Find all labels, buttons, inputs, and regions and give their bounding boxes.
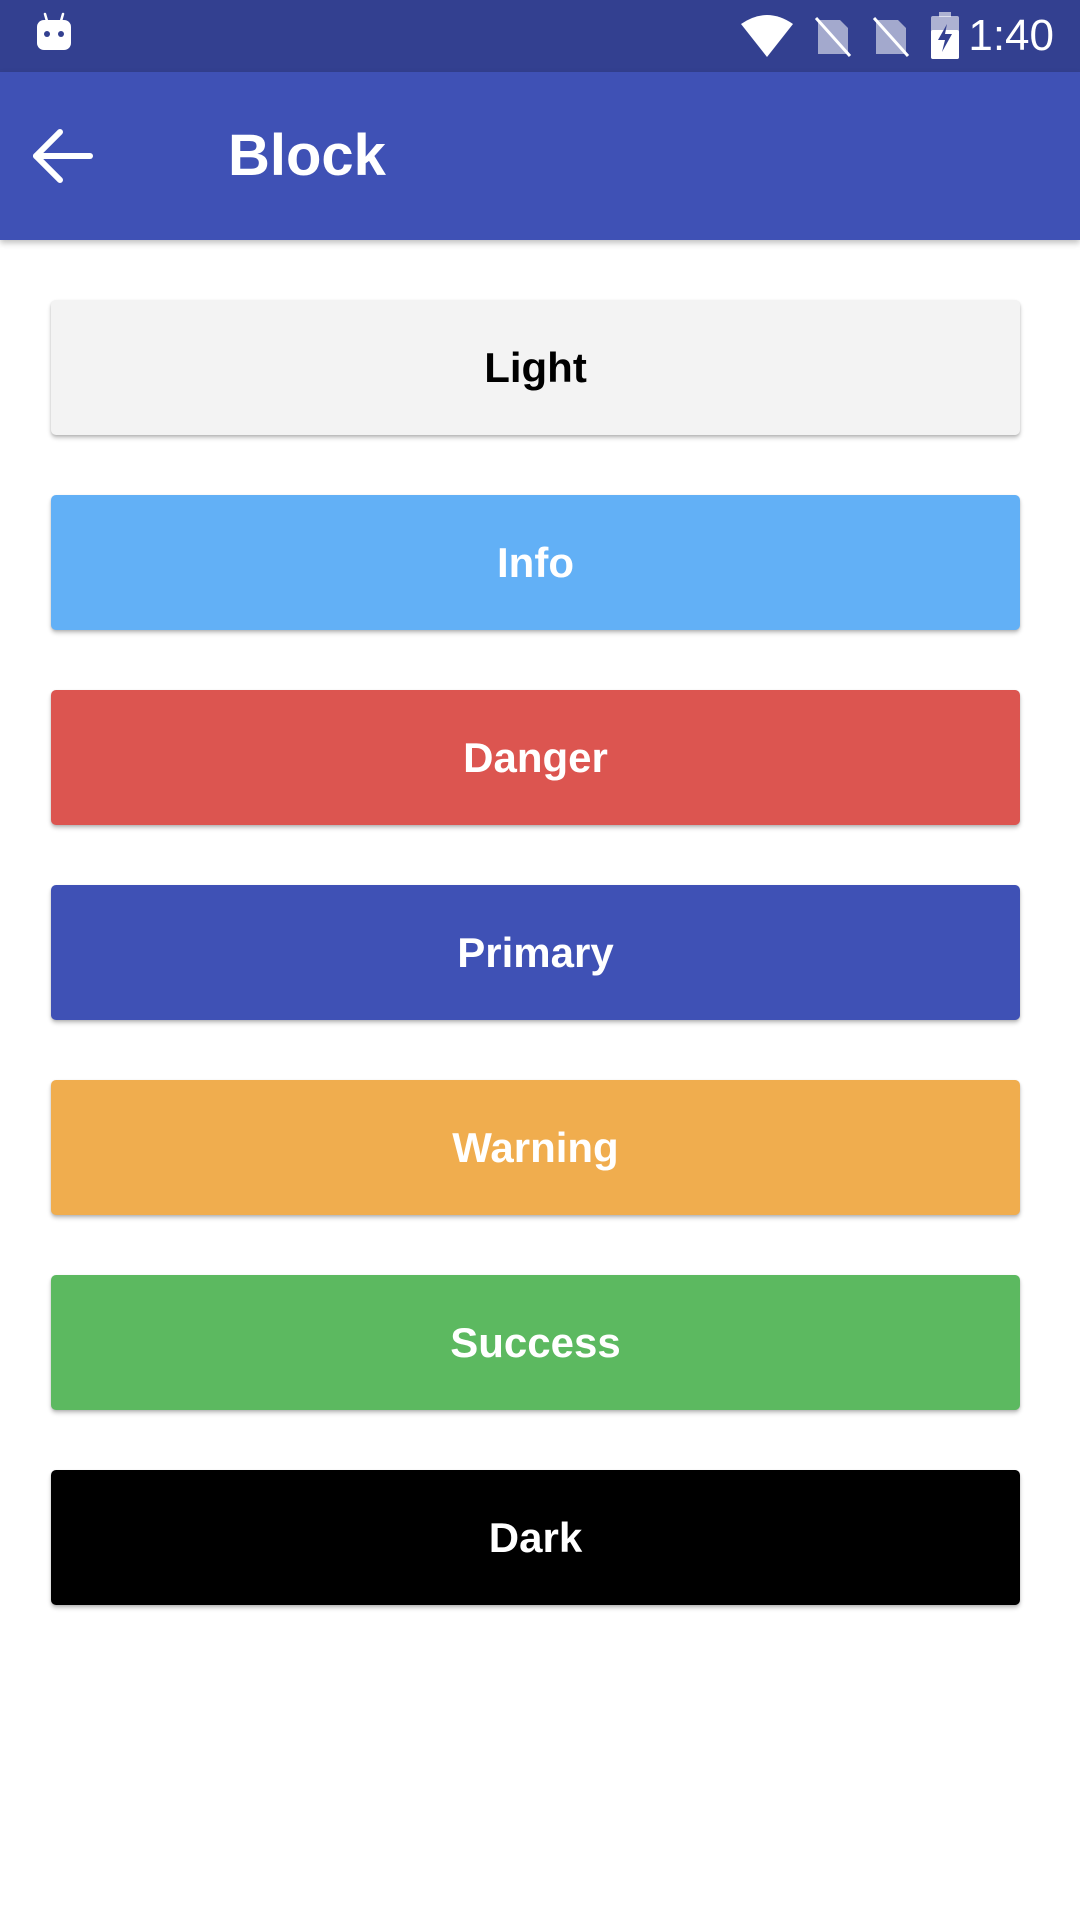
success-button[interactable]: Success [51,1275,1020,1410]
no-sim-icon [815,16,852,58]
android-icon [37,12,71,50]
light-button[interactable]: Light [51,300,1020,435]
status-time: 1:40 [968,11,1054,60]
page-title: Block [228,123,386,188]
wifi-icon [741,15,794,57]
danger-button[interactable]: Danger [51,690,1020,825]
no-sim-icon [873,16,910,58]
primary-button[interactable]: Primary [51,885,1020,1020]
arrow-back-icon[interactable] [30,126,96,186]
info-button[interactable]: Info [51,495,1020,630]
battery-charging-icon [931,12,960,59]
app-bar: Block [0,72,1080,240]
dark-button[interactable]: Dark [51,1470,1020,1605]
status-icons: 1:40 [740,8,1054,64]
warning-button[interactable]: Warning [51,1080,1020,1215]
status-bar: 1:40 [0,0,1080,72]
